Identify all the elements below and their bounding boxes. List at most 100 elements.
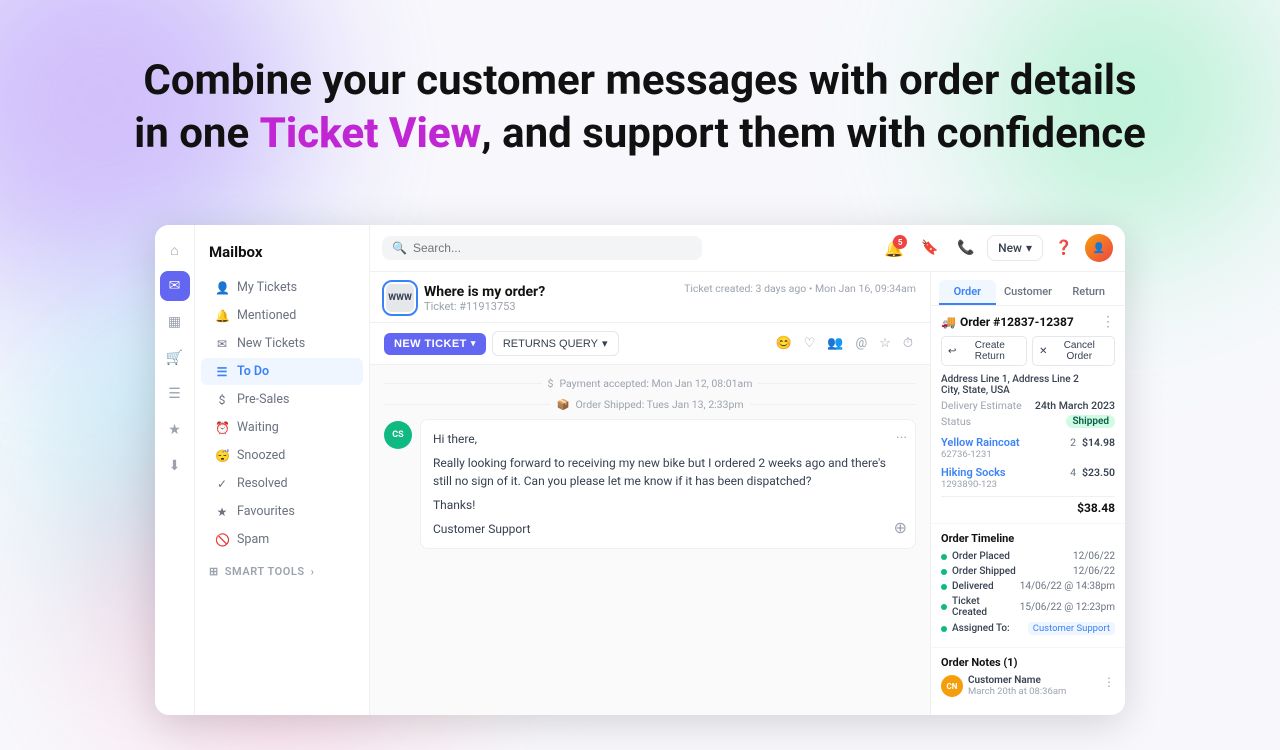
order-actions: ↩ Create Return ✕ Cancel Order [941, 336, 1115, 366]
timeline-dot-2 [941, 569, 947, 575]
emoji-icon[interactable]: 😊 [772, 333, 794, 354]
smart-tools-chevron-icon: › [311, 565, 315, 578]
sidebar-icon-chart[interactable]: ▦ [160, 307, 190, 337]
headline-plain-start: in one [134, 109, 259, 158]
new-button[interactable]: New ▾ [987, 235, 1043, 261]
sidebar-item-spam[interactable]: 🚫 Spam [201, 526, 363, 553]
message-more-icon[interactable]: ··· [896, 428, 907, 449]
product-qty-1: 2 [1070, 436, 1076, 449]
sidebar-item-resolved[interactable]: ✓ Resolved [201, 470, 363, 497]
event-line-right2 [750, 404, 916, 405]
timeline-title: Order Timeline [941, 532, 1115, 545]
products-list: Yellow Raincoat 62736-1231 2 $14.98 Hiki… [941, 436, 1115, 515]
create-return-icon: ↩ [948, 346, 956, 357]
smart-tools-label: SMART TOOLS [225, 565, 305, 578]
sidebar-icon-home[interactable]: ⌂ [160, 235, 190, 265]
search-input[interactable] [413, 241, 692, 255]
note-item-1: CN Customer Name March 20th at 08:36am ⋮ [941, 675, 1115, 697]
phone-button[interactable]: 📞 [951, 233, 981, 263]
message-add-icon[interactable]: ⊕ [894, 516, 907, 540]
ticket-date: Mon Jan 16, 09:34am [815, 282, 916, 295]
sidebar-icon-mail[interactable]: ✉ [160, 271, 190, 301]
ticket-id: Ticket: #11913753 [424, 300, 545, 313]
returns-query-button[interactable]: RETURNS QUERY ▾ [492, 331, 619, 356]
assign-icon[interactable]: 👥 [824, 333, 846, 354]
favourites-icon: ★ [215, 505, 229, 519]
ticket-toolbar: NEW TICKET ▾ RETURNS QUERY ▾ 😊 ♡ 👥 @ ☆ ⏱ [370, 323, 930, 365]
create-return-label: Create Return [959, 340, 1020, 362]
ticket-panel: WWW Where is my order? Ticket: #11913753… [370, 272, 930, 715]
sidebar-item-my-tickets[interactable]: 👤 My Tickets [201, 274, 363, 301]
sidebar-item-new-tickets[interactable]: ✉ New Tickets [201, 330, 363, 357]
tab-return[interactable]: Return [1060, 280, 1117, 305]
sidebar-item-my-tickets-label: My Tickets [237, 280, 297, 295]
sidebar-icon-doc[interactable]: ☰ [160, 379, 190, 409]
timeline-item-3: Delivered 14/06/22 @ 14:38pm [941, 581, 1115, 592]
create-return-button[interactable]: ↩ Create Return [941, 336, 1027, 366]
sidebar-item-snoozed-label: Snoozed [237, 448, 285, 463]
timeline-date-4: 15/06/22 @ 12:23pm [1020, 602, 1115, 613]
sidebar-item-mentioned[interactable]: 🔔 Mentioned [201, 302, 363, 329]
product-info-2: Hiking Socks 1293890-123 [941, 466, 1070, 490]
timeline-date-3: 14/06/22 @ 14:38pm [1020, 581, 1115, 592]
clock-icon[interactable]: ⏱ [900, 333, 916, 354]
sidebar-item-pre-sales-label: Pre-Sales [237, 392, 289, 407]
tab-order[interactable]: Order [939, 280, 996, 305]
notification-button[interactable]: 🔔 5 [879, 233, 909, 263]
tab-customer[interactable]: Customer [1000, 280, 1057, 305]
resolved-icon: ✓ [215, 477, 229, 491]
note-avatar-1: CN [941, 675, 963, 697]
cancel-order-button[interactable]: ✕ Cancel Order [1032, 336, 1115, 366]
help-button[interactable]: ❓ [1049, 233, 1079, 263]
message-body1: Really looking forward to receiving my n… [433, 454, 903, 490]
timeline-label-2: Order Shipped [952, 566, 1068, 577]
sidebar-icon-cart[interactable]: 🛒 [160, 343, 190, 373]
heart-icon[interactable]: ♡ [801, 333, 819, 354]
user-avatar[interactable]: 👤 [1085, 234, 1113, 262]
new-ticket-label: NEW TICKET [394, 338, 467, 350]
product-info-1: Yellow Raincoat 62736-1231 [941, 436, 1070, 460]
note-more-icon[interactable]: ⋮ [1103, 675, 1115, 697]
address-val: Address Line 1, Address Line 2 City, Sta… [941, 374, 1079, 396]
sidebar-item-favourites[interactable]: ★ Favourites [201, 498, 363, 525]
sidebar-item-snoozed[interactable]: 😴 Snoozed [201, 442, 363, 469]
new-ticket-button[interactable]: NEW TICKET ▾ [384, 333, 486, 355]
sidebar-item-resolved-label: Resolved [237, 476, 288, 491]
messages-area: $ Payment accepted: Mon Jan 12, 08:01am … [370, 365, 930, 715]
timeline-item-4: Ticket Created 15/06/22 @ 12:23pm [941, 596, 1115, 618]
star2-icon[interactable]: ☆ [876, 333, 894, 354]
at-icon[interactable]: @ [853, 333, 871, 354]
top-bar-actions: 🔔 5 🔖 📞 New ▾ ❓ 👤 [879, 233, 1113, 263]
timeline-date-1: 12/06/22 [1073, 551, 1115, 562]
sidebar-item-todo[interactable]: ☰ To Do [201, 358, 363, 385]
timeline-item-2: Order Shipped 12/06/22 [941, 566, 1115, 577]
smart-tools-section[interactable]: ⊞ SMART TOOLS › [195, 559, 369, 584]
product-qty-2: 4 [1070, 466, 1076, 479]
event-shipped: 📦 Order Shipped: Tues Jan 13, 2:33pm [384, 398, 916, 411]
notification-badge: 5 [893, 235, 907, 249]
timeline-dot-4 [941, 604, 947, 610]
app-window: ⌂ ✉ ▦ 🛒 ☰ ★ ⬇ Mailbox 👤 My Tickets 🔔 Men… [155, 225, 1125, 715]
sidebar-item-waiting[interactable]: ⏰ Waiting [201, 414, 363, 441]
mentioned-icon: 🔔 [215, 309, 229, 323]
order-tabs: Order Customer Return [931, 272, 1125, 306]
sidebar-icon-star[interactable]: ★ [160, 415, 190, 445]
timeline-item-1: Order Placed 12/06/22 [941, 551, 1115, 562]
cancel-order-label: Cancel Order [1051, 340, 1108, 362]
sidebar-icon-download[interactable]: ⬇ [160, 451, 190, 481]
spam-icon: 🚫 [215, 533, 229, 547]
status-label: Status [941, 415, 971, 428]
nav-sidebar: Mailbox 👤 My Tickets 🔔 Mentioned ✉ New T… [195, 225, 370, 715]
message-greeting: Hi there, [433, 430, 903, 448]
pre-sales-icon: $ [215, 393, 229, 407]
delivery-estimate-row: Delivery Estimate 24th March 2023 [941, 399, 1115, 412]
icon-sidebar: ⌂ ✉ ▦ 🛒 ☰ ★ ⬇ [155, 225, 195, 715]
delivery-estimate-val: 24th March 2023 [1035, 399, 1115, 412]
search-box[interactable]: 🔍 [382, 236, 702, 260]
note-content-1: Customer Name March 20th at 08:36am [968, 675, 1098, 697]
smart-tools-icon: ⊞ [209, 565, 219, 578]
product-price-1: $14.98 [1082, 436, 1115, 449]
bookmark-button[interactable]: 🔖 [915, 233, 945, 263]
order-more-icon[interactable]: ⋮ [1101, 314, 1115, 330]
sidebar-item-pre-sales[interactable]: $ Pre-Sales [201, 386, 363, 413]
